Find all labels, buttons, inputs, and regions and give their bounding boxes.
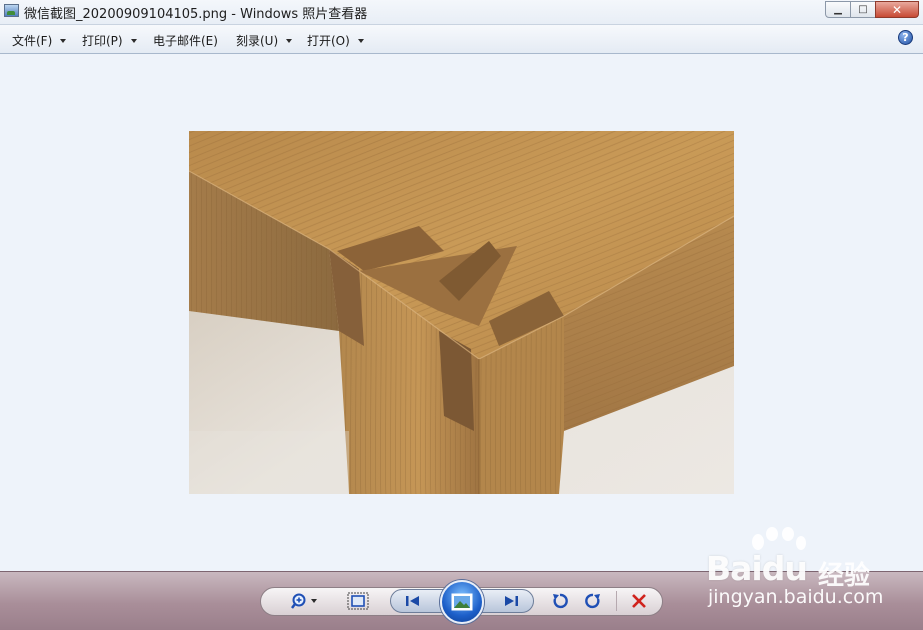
next-button[interactable]	[494, 591, 528, 611]
slideshow-button[interactable]	[440, 580, 484, 624]
watermark-brand: Baidu	[706, 549, 808, 588]
minimize-icon: ▁	[834, 4, 842, 15]
zoom-button[interactable]	[288, 591, 322, 611]
window-title: 微信截图_20200909104105.png - Windows 照片查看器	[24, 7, 368, 22]
menu-file-label: 文件(F)	[12, 34, 53, 48]
menu-file[interactable]: 文件(F)	[12, 32, 67, 49]
watermark-url: jingyan.baidu.com	[708, 586, 884, 608]
menu-print-label: 打印(P)	[82, 34, 123, 48]
zoom-icon	[291, 593, 317, 609]
rotate-counterclockwise-icon	[553, 593, 568, 609]
previous-button[interactable]	[396, 591, 430, 611]
photo-viewer-app-icon[interactable]	[4, 4, 19, 17]
menu-bar: 文件(F) 打印(P) 电子邮件(E) 刻录(U) 打开(O) ?	[0, 25, 923, 54]
title-bar[interactable]: 微信截图_20200909104105.png - Windows 照片查看器 …	[0, 0, 923, 25]
delete-icon	[632, 594, 646, 608]
chevron-down-icon	[286, 38, 293, 43]
rotate-clockwise-button[interactable]	[582, 591, 604, 611]
menu-print[interactable]: 打印(P)	[82, 32, 137, 49]
rotate-counterclockwise-button[interactable]	[549, 591, 571, 611]
actual-size-icon	[347, 592, 369, 610]
window-controls: ▁ □ ✕	[825, 1, 919, 19]
next-icon	[505, 596, 518, 606]
menu-burn-label: 刻录(U)	[236, 34, 279, 48]
menu-open[interactable]: 打开(O)	[307, 32, 364, 49]
image-viewer-area[interactable]	[0, 54, 923, 571]
delete-button[interactable]	[628, 591, 650, 611]
maximize-icon: □	[858, 4, 868, 15]
baidu-jingyan-watermark: Baidu 经验 jingyan.baidu.com	[706, 527, 916, 617]
minimize-button[interactable]: ▁	[825, 1, 851, 18]
rotate-clockwise-icon	[585, 593, 600, 609]
slideshow-icon	[451, 593, 473, 611]
displayed-photo[interactable]	[189, 131, 734, 494]
help-icon[interactable]: ?	[898, 30, 913, 45]
previous-icon	[406, 596, 419, 606]
menu-open-label: 打开(O)	[307, 34, 350, 48]
control-separator	[616, 591, 617, 611]
menu-email-label: 电子邮件(E)	[153, 34, 218, 48]
chevron-down-icon	[357, 38, 364, 43]
chevron-down-icon	[130, 38, 137, 43]
menu-burn[interactable]: 刻录(U)	[236, 32, 293, 49]
maximize-button[interactable]: □	[850, 1, 876, 18]
close-button[interactable]: ✕	[875, 1, 919, 18]
actual-size-button[interactable]	[346, 591, 370, 611]
close-icon: ✕	[891, 2, 903, 17]
menu-email[interactable]: 电子邮件(E)	[153, 32, 218, 49]
chevron-down-icon	[60, 38, 67, 43]
